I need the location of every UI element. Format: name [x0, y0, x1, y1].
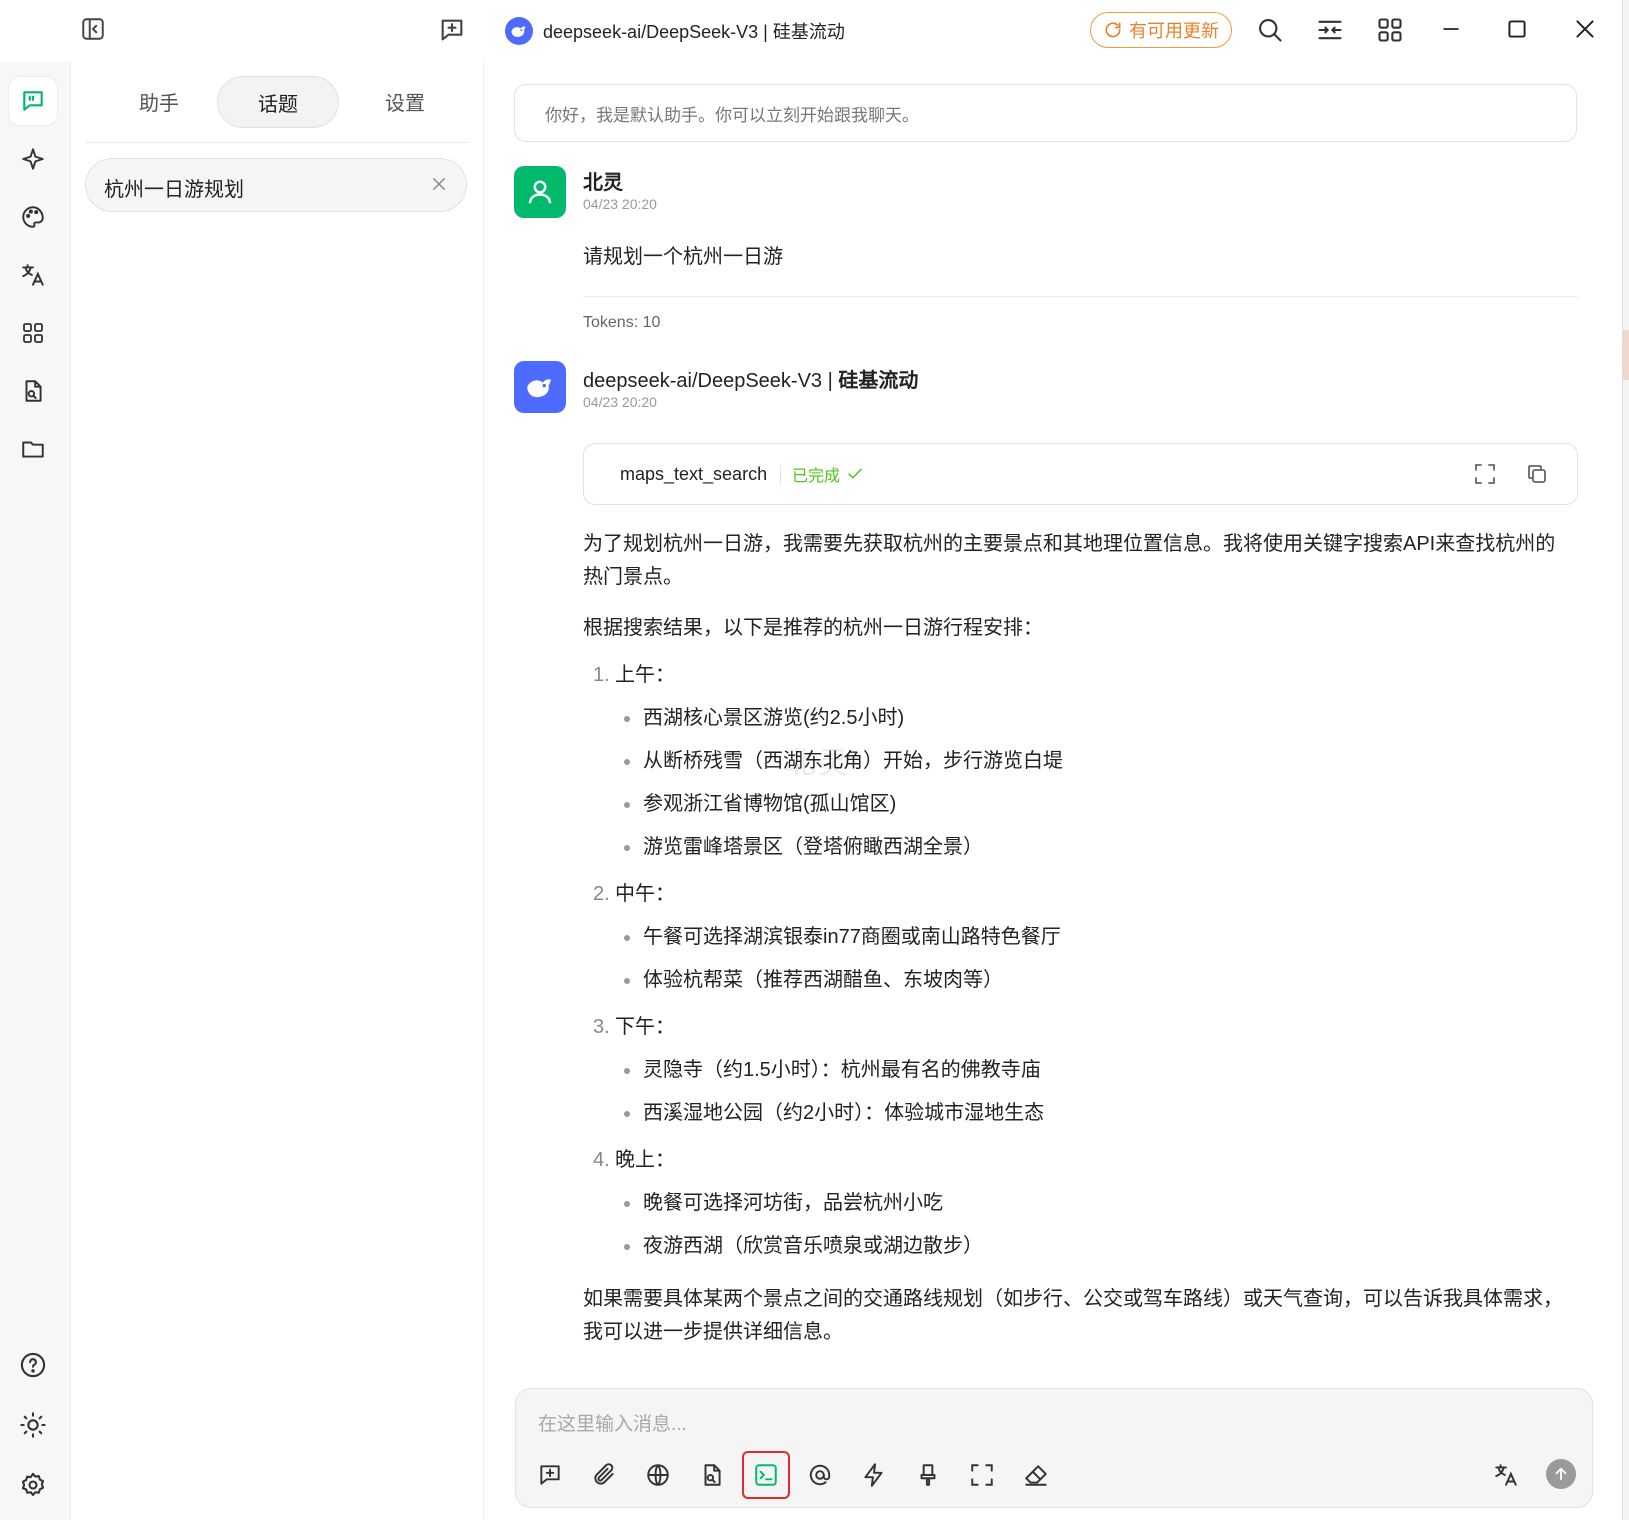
section-title: 上午： [615, 664, 675, 686]
topic-label: 杭州一日游规划 [104, 179, 244, 201]
assistant-provider: 硅基流动 [838, 370, 919, 392]
send-button[interactable] [1546, 1459, 1576, 1489]
section-title: 下午： [615, 1016, 675, 1038]
knowledge-icon[interactable] [688, 1451, 736, 1499]
list-number: 3. [593, 1016, 610, 1038]
tool-status: 已完成 [780, 462, 864, 486]
translate-icon[interactable] [1482, 1451, 1530, 1499]
list-item: 夜游西湖（欣赏音乐喷泉或湖边散步） [583, 1230, 1573, 1263]
tabs-divider [85, 142, 469, 143]
update-label: 有可用更新 [1129, 21, 1219, 41]
clear-icon[interactable] [904, 1451, 952, 1499]
chat-header-title: deepseek-ai/DeepSeek-V3 | 硅基流动 [505, 14, 845, 48]
tab-topics[interactable]: 话题 [217, 76, 339, 128]
refresh-icon [1105, 22, 1121, 38]
close-window-icon[interactable] [1572, 16, 1598, 42]
expand-icon[interactable] [1473, 462, 1497, 486]
mention-icon[interactable] [796, 1451, 844, 1499]
list-item: 西溪湿地公园（约2小时）：体验城市湿地生态 [583, 1097, 1573, 1130]
assistant-name: deepseek-ai/DeepSeek-V3 | 硅基流动 [583, 364, 918, 393]
palette-icon[interactable] [8, 192, 58, 242]
narrow-mode-icon[interactable] [1316, 16, 1344, 44]
list-item: 体验杭帮菜（推荐西湖醋鱼、东坡肉等） [583, 964, 1573, 997]
list-item: 从断桥残雪（西湖东北角）开始，步行游览白堤 [583, 745, 1573, 778]
eraser-icon[interactable] [1012, 1451, 1060, 1499]
assistant-model: deepseek-ai/DeepSeek-V3 | [583, 370, 839, 392]
new-topic-icon[interactable] [438, 16, 466, 44]
expand-icon[interactable] [958, 1451, 1006, 1499]
list-item: 灵隐寺（约1.5小时）：杭州最有名的佛教寺庙 [583, 1054, 1573, 1087]
help-icon[interactable] [8, 1340, 58, 1390]
mcp-terminal-icon[interactable] [742, 1451, 790, 1499]
file-search-icon[interactable] [8, 366, 58, 416]
topic-panel: 助手 话题 设置 杭州一日游规划 [71, 62, 484, 1520]
maximize-icon[interactable] [1504, 16, 1530, 42]
window-edge [1622, 0, 1629, 1520]
translate-icon[interactable] [8, 250, 58, 300]
list-number: 2. [593, 883, 610, 905]
list-number: 1. [593, 664, 610, 686]
folder-icon[interactable] [8, 424, 58, 474]
tool-name: maps_text_search [620, 464, 768, 484]
list-item: 午餐可选择湖滨银泰in77商圈或南山路特色餐厅 [583, 921, 1573, 954]
user-avatar [514, 166, 566, 218]
welcome-message: 你好，我是默认助手。你可以立刻开始跟我聊天。 [514, 84, 1577, 142]
answer-lead: 根据搜索结果，以下是推荐的杭州一日游行程安排： [583, 617, 1043, 639]
title-bar: deepseek-ai/DeepSeek-V3 | 硅基流动 有可用更新 [0, 0, 1622, 62]
message-divider [583, 296, 1578, 297]
answer-intro: 为了规划杭州一日游，我需要先获取杭州的主要景点和其地理位置信息。我将使用关键字搜… [583, 533, 1556, 588]
list-item: 游览雷峰塔景区（登塔俯瞰西湖全景） [583, 831, 1573, 864]
user-message-text: 请规划一个杭州一日游 [583, 246, 783, 268]
deepseek-logo-icon [505, 17, 533, 45]
minimize-icon[interactable] [1438, 16, 1464, 42]
app-rail [0, 0, 71, 1520]
apps-icon[interactable] [8, 308, 58, 358]
new-topic-icon[interactable] [526, 1451, 574, 1499]
section-title: 中午： [615, 883, 675, 905]
tool-status-label: 已完成 [792, 468, 841, 485]
tab-settings[interactable]: 设置 [345, 76, 465, 126]
grid-icon[interactable] [1376, 16, 1404, 44]
topic-item[interactable]: 杭州一日游规划 [85, 158, 467, 212]
list-item: 3. 下午： [583, 1011, 1573, 1044]
update-button[interactable]: 有可用更新 [1090, 12, 1232, 48]
search-icon[interactable] [1256, 16, 1284, 44]
assistant-message-time: 04/23 20:20 [583, 394, 657, 410]
tab-assistant[interactable]: 助手 [99, 76, 219, 126]
quick-phrase-icon[interactable] [850, 1451, 898, 1499]
list-item: 参观浙江省博物馆(孤山馆区) [583, 788, 1573, 821]
web-search-icon[interactable] [634, 1451, 682, 1499]
theme-icon[interactable] [8, 1400, 58, 1450]
sparkle-icon[interactable] [8, 134, 58, 184]
list-item: 晚餐可选择河坊街，品尝杭州小吃 [583, 1187, 1573, 1220]
window-title: deepseek-ai/DeepSeek-V3 | 硅基流动 [543, 22, 845, 42]
check-icon [848, 468, 862, 479]
list-item: 2. 中午： [583, 878, 1573, 911]
chat-icon[interactable] [8, 76, 58, 126]
user-name: 北灵 [583, 172, 623, 194]
list-item: 4. 晚上： [583, 1144, 1573, 1177]
copy-icon[interactable] [1525, 462, 1549, 486]
list-number: 4. [593, 1149, 610, 1171]
tool-call-card[interactable]: maps_text_search 已完成 [583, 443, 1578, 505]
arrow-up-icon [1555, 1467, 1567, 1481]
sidebar-toggle-icon[interactable] [80, 16, 106, 42]
assistant-answer: 为了规划杭州一日游，我需要先获取杭州的主要景点和其地理位置信息。我将使用关键字搜… [583, 528, 1573, 1367]
list-item: 西湖核心景区游览(约2.5小时) [583, 702, 1573, 735]
chat-area: 你好，我是默认助手。你可以立刻开始跟我聊天。 北灵 04/23 20:20 请规… [484, 62, 1622, 1520]
list-item: 1. 上午： [583, 659, 1573, 692]
close-icon[interactable] [430, 175, 448, 193]
user-message-time: 04/23 20:20 [583, 196, 657, 212]
section-title: 晚上： [615, 1149, 675, 1171]
assistant-avatar [514, 361, 566, 413]
answer-closing: 如果需要具体某两个景点之间的交通路线规划（如步行、公交或驾车路线）或天气查询，可… [583, 1288, 1563, 1343]
token-count: Tokens: 10 [583, 314, 661, 331]
attachment-icon[interactable] [580, 1451, 628, 1499]
message-input[interactable]: 在这里输入消息... [538, 1409, 687, 1436]
message-composer[interactable]: 在这里输入消息... [515, 1388, 1593, 1508]
settings-icon[interactable] [8, 1460, 58, 1510]
watermark: 北灵 [786, 747, 850, 780]
